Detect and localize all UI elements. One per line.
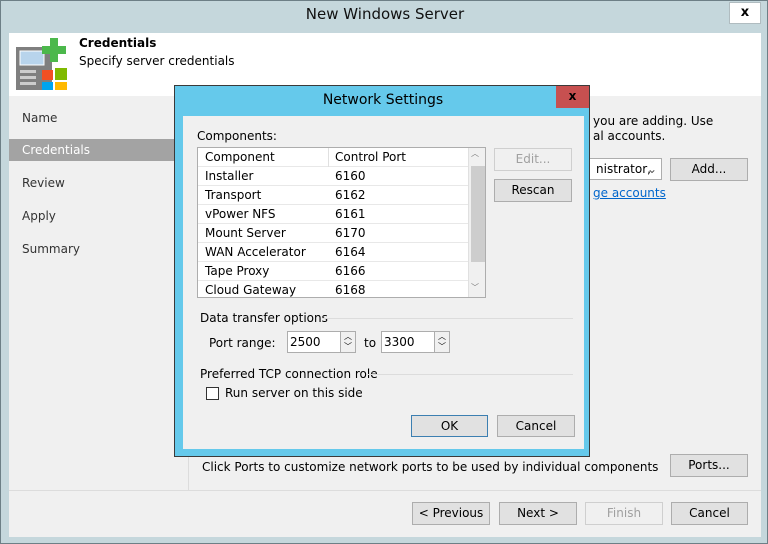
window-title: New Windows Server xyxy=(305,5,465,23)
control-port: 6166 xyxy=(335,264,366,278)
control-port: 6160 xyxy=(335,169,366,183)
ports-hint: Click Ports to customize network ports t… xyxy=(202,460,659,474)
dialog-content: Components: Component Control Port Insta… xyxy=(183,116,584,449)
nav-review[interactable]: Review xyxy=(9,172,175,194)
component-name: Cloud Gateway xyxy=(205,283,297,297)
control-port: 6168 xyxy=(335,283,366,297)
footer-divider xyxy=(9,490,761,491)
component-name: Mount Server xyxy=(205,226,286,240)
description-line-2: al accounts. xyxy=(593,129,666,143)
header-subtitle: Specify server credentials xyxy=(79,54,235,68)
dialog-title: Network Settings xyxy=(322,92,444,108)
components-list[interactable]: Component Control Port Installer 6160 Tran… xyxy=(197,147,486,298)
list-header: Component Control Port xyxy=(198,148,468,167)
manage-accounts-link[interactable]: ge accounts xyxy=(593,186,666,200)
data-transfer-label: Data transfer options xyxy=(200,311,328,325)
component-name: Tape Proxy xyxy=(205,264,270,278)
finish-button[interactable]: Finish xyxy=(585,502,663,525)
control-port: 6161 xyxy=(335,207,366,221)
description-line-1: you are adding. Use xyxy=(593,114,714,128)
port-to-spinner[interactable]: ︿ ﹀ xyxy=(434,331,450,353)
header-title: Credentials xyxy=(79,36,157,50)
port-to-input[interactable]: 3300 xyxy=(381,331,435,353)
component-name: Transport xyxy=(205,188,262,202)
rescan-button[interactable]: Rescan xyxy=(494,179,572,202)
column-control-port[interactable]: Control Port xyxy=(328,148,406,167)
component-name: vPower NFS xyxy=(205,207,276,221)
table-row[interactable]: Installer 6160 xyxy=(198,167,468,186)
table-row[interactable]: Tape Proxy 6166 xyxy=(198,262,468,281)
add-account-button[interactable]: Add... xyxy=(670,158,748,181)
ports-button[interactable]: Ports... xyxy=(670,454,748,477)
nav-apply[interactable]: Apply xyxy=(9,205,175,227)
run-server-checkbox[interactable] xyxy=(206,387,219,400)
port-range-label: Port range: xyxy=(209,336,276,350)
scroll-down-icon[interactable]: ﹀ xyxy=(471,282,479,293)
chevron-down-icon: ⌄ xyxy=(646,162,657,176)
table-row[interactable]: Cloud Gateway 6168 xyxy=(198,281,468,297)
to-label: to xyxy=(364,336,377,350)
control-port: 6164 xyxy=(335,245,366,259)
table-row[interactable]: vPower NFS 6161 xyxy=(198,205,468,224)
scroll-thumb[interactable] xyxy=(471,166,485,262)
component-name: Installer xyxy=(205,169,254,183)
next-button[interactable]: Next > xyxy=(499,502,577,525)
run-server-label[interactable]: Run server on this side xyxy=(225,386,363,400)
nav-summary[interactable]: Summary xyxy=(9,238,175,260)
table-row[interactable]: Transport 6162 xyxy=(198,186,468,205)
column-component[interactable]: Component xyxy=(205,148,275,167)
close-button[interactable]: x xyxy=(729,2,761,24)
server-add-icon xyxy=(16,38,67,90)
dialog-close-button[interactable]: x xyxy=(556,86,589,108)
table-row[interactable]: Mount Server 6170 xyxy=(198,224,468,243)
control-port: 6170 xyxy=(335,226,366,240)
components-label: Components: xyxy=(197,129,277,143)
network-settings-dialog: Network Settings x Components: Component… xyxy=(174,85,590,457)
control-port: 6162 xyxy=(335,188,366,202)
tcp-role-label: Preferred TCP connection role xyxy=(200,367,378,381)
ok-button[interactable]: OK xyxy=(411,415,488,437)
port-from-spinner[interactable]: ︿ ﹀ xyxy=(340,331,356,353)
port-from-input[interactable]: 2500 xyxy=(287,331,341,353)
group-line xyxy=(323,318,573,319)
cancel-button[interactable]: Cancel xyxy=(671,502,748,525)
previous-button[interactable]: < Previous xyxy=(412,502,490,525)
dialog-cancel-button[interactable]: Cancel xyxy=(497,415,575,437)
group-line xyxy=(368,374,573,375)
list-scrollbar[interactable]: ︿ ﹀ xyxy=(468,148,485,297)
nav-credentials[interactable]: Credentials xyxy=(9,139,175,161)
table-row[interactable]: WAN Accelerator 6164 xyxy=(198,243,468,262)
edit-button[interactable]: Edit... xyxy=(494,148,572,171)
nav-name[interactable]: Name xyxy=(9,107,175,129)
account-value: nistrator, xyxy=(596,162,651,176)
component-name: WAN Accelerator xyxy=(205,245,306,259)
scroll-up-icon[interactable]: ︿ xyxy=(471,148,479,159)
